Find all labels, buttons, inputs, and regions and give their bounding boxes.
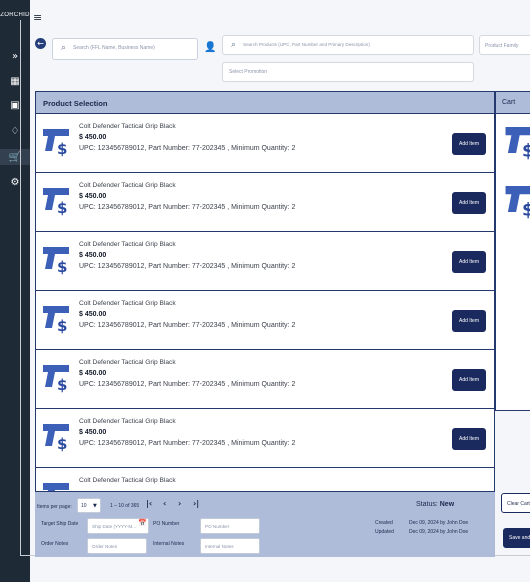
cart-title: Cart — [496, 92, 530, 114]
pagination-range: 1 – 10 of 365 — [110, 503, 140, 509]
save-button[interactable]: Save and — [503, 528, 530, 548]
internal-notes-label: Internal Notes — [153, 541, 185, 547]
add-item-button[interactable]: Add Item — [452, 369, 486, 391]
promotion-select[interactable]: Select Promotion — [222, 62, 474, 82]
last-page-icon[interactable]: ›| — [193, 499, 199, 508]
search-icon: ⌕ — [61, 43, 67, 53]
order-notes-field[interactable]: Order Notes — [87, 538, 147, 554]
brand-logo: ZORCHID — [0, 12, 30, 18]
prev-page-icon[interactable]: ‹ — [163, 499, 166, 508]
product-name: Colt Defender Tactical Grip Black — [79, 182, 176, 189]
order-footer: Items per page: 10 ▼ 1 – 10 of 365 |‹ ‹ … — [35, 491, 495, 557]
svg-text:$: $ — [57, 435, 67, 452]
chevron-down-icon: ▼ — [93, 503, 97, 509]
product-price: $ 450.00 — [79, 134, 107, 141]
add-user-icon[interactable]: 👤 — [204, 42, 216, 53]
customer-search-placeholder: Search (FFL Name, Business Name) — [73, 45, 155, 51]
list-item: $ Colt Defender Tactical Grip Black $ 450.… — [36, 409, 494, 468]
search-icon: ⌕ — [231, 40, 237, 50]
status-value: New — [439, 501, 455, 508]
svg-text:$: $ — [57, 317, 67, 334]
svg-text:$: $ — [57, 199, 67, 216]
product-price: $ 450.00 — [79, 370, 107, 377]
product-details: UPC: 123456789012, Part Number: 77-20234… — [79, 322, 296, 329]
add-item-button[interactable]: Add Item — [452, 251, 486, 273]
po-number-field[interactable]: PO Number — [200, 518, 260, 534]
list-item: $ Colt Defender Tactical Grip Black $ 450.… — [36, 291, 494, 350]
product-selection-title: Product Selection — [36, 92, 494, 114]
clear-cart-button[interactable]: Clear Cart — [501, 493, 530, 513]
svg-text:$: $ — [57, 140, 67, 157]
add-item-button[interactable]: Add Item — [452, 192, 486, 214]
product-name: Colt Defender Tactical Grip Black — [79, 300, 176, 307]
list-item: $ Colt Defender Tactical Grip Black $ 450.… — [36, 173, 494, 232]
product-details: UPC: 123456789012, Part Number: 77-20234… — [79, 381, 296, 388]
order-status: Status: New — [416, 501, 454, 508]
first-page-icon[interactable]: |‹ — [146, 499, 152, 508]
next-page-icon[interactable]: › — [178, 499, 181, 508]
product-search-input[interactable]: ⌕ Search Products (UPC, Part Number and … — [222, 35, 474, 55]
items-per-page-label: Items per page: — [37, 504, 72, 510]
items-per-page-value: 10 — [81, 503, 87, 509]
product-name: Colt Defender Tactical Grip Black — [79, 418, 176, 425]
created-value: Dec 09, 2024 by John Doe — [409, 520, 469, 526]
calendar-icon[interactable]: 📅 — [138, 519, 147, 527]
add-item-button[interactable]: Add Item — [452, 133, 486, 155]
cart-product-gun-icon: $ — [505, 127, 530, 160]
back-button[interactable]: ← — [35, 38, 46, 49]
product-price: $ 450.00 — [79, 252, 107, 259]
list-item: $ Colt Defender Tactical Grip Black $ 450.… — [36, 114, 494, 173]
hamburger-menu-icon[interactable]: ≡ — [33, 11, 42, 24]
customer-search-input[interactable]: ⌕ Search (FFL Name, Business Name) — [52, 38, 198, 60]
product-selection-panel: Product Selection $ Colt Defender Tactica… — [35, 91, 495, 557]
product-name: Colt Defender Tactical Grip Black — [79, 123, 176, 130]
order-notes-label: Order Notes — [41, 541, 69, 547]
product-name: Colt Defender Tactical Grip Black — [79, 477, 176, 484]
cart-panel: Cart $ $ — [495, 91, 530, 411]
product-price: $ 450.00 — [79, 429, 107, 436]
product-search-placeholder: Search Products (UPC, Part Number and Pr… — [243, 42, 370, 47]
handgun-icon: $ — [43, 306, 69, 334]
internal-notes-field[interactable]: Internal Notes — [200, 538, 260, 554]
product-family-select[interactable]: Product Family — [479, 35, 530, 55]
add-item-button[interactable]: Add Item — [452, 310, 486, 332]
product-price: $ 450.00 — [79, 193, 107, 200]
handgun-icon: $ — [43, 188, 69, 216]
status-label: Status: — [416, 501, 438, 508]
updated-value: Dec 09, 2024 by John Doe — [409, 529, 469, 535]
updated-label: Updated — [375, 529, 394, 535]
handgun-icon: $ — [43, 247, 69, 275]
handgun-icon: $ — [43, 365, 69, 393]
svg-text:$: $ — [57, 258, 67, 275]
cart-product-gun-icon: $ — [505, 186, 530, 219]
svg-text:$: $ — [522, 141, 530, 160]
handgun-icon: $ — [43, 424, 69, 452]
svg-text:$: $ — [57, 376, 67, 393]
product-name: Colt Defender Tactical Grip Black — [79, 359, 176, 366]
handgun-icon: $ — [43, 129, 69, 157]
product-details: UPC: 123456789012, Part Number: 77-20234… — [79, 145, 296, 152]
created-label: Created — [375, 520, 393, 526]
product-details: UPC: 123456789012, Part Number: 77-20234… — [79, 440, 296, 447]
target-ship-date-label: Target Ship Date — [41, 521, 79, 527]
list-item: $ Colt Defender Tactical Grip Black $ 450.… — [36, 350, 494, 409]
product-details: UPC: 123456789012, Part Number: 77-20234… — [79, 204, 296, 211]
product-details: UPC: 123456789012, Part Number: 77-20234… — [79, 263, 296, 270]
items-per-page-select[interactable]: 10 ▼ — [77, 498, 101, 513]
po-number-label: PO Number — [153, 521, 180, 527]
product-name: Colt Defender Tactical Grip Black — [79, 241, 176, 248]
list-item: $ Colt Defender Tactical Grip Black $ 450.… — [36, 232, 494, 291]
product-price: $ 450.00 — [79, 311, 107, 318]
svg-text:$: $ — [522, 200, 530, 219]
add-item-button[interactable]: Add Item — [452, 428, 486, 450]
